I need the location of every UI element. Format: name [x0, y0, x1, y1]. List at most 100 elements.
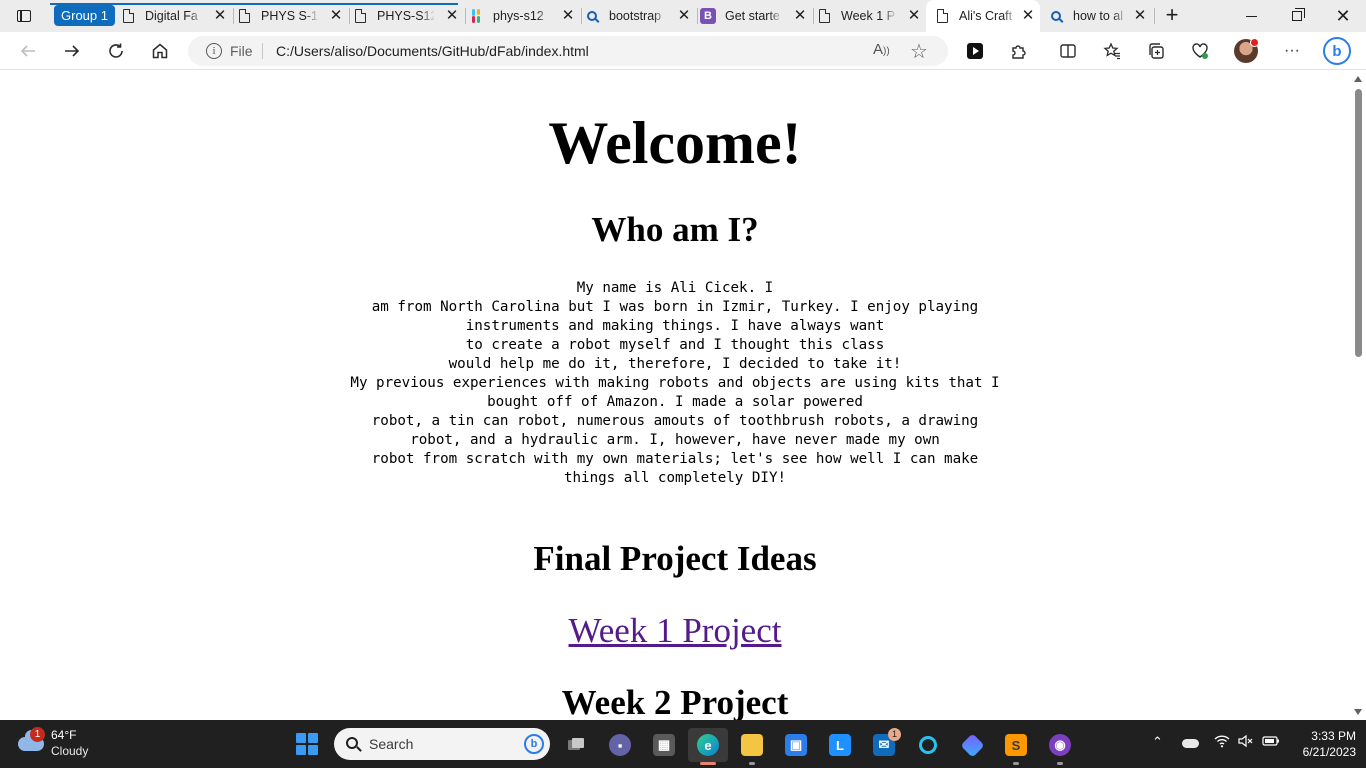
- home-button[interactable]: [145, 36, 175, 66]
- about-line: would help me do it, therefore, I decide…: [448, 356, 902, 372]
- url-text[interactable]: C:/Users/aliso/Documents/GitHub/dFab/ind…: [276, 43, 589, 59]
- settings-more-button[interactable]: ···: [1277, 36, 1307, 66]
- lightshot-button[interactable]: L: [820, 728, 860, 762]
- tab-digital-fa[interactable]: Digital Fa ✕: [120, 4, 232, 28]
- tray-overflow-icon[interactable]: ⌃: [1152, 734, 1163, 750]
- tab-close-icon[interactable]: ✕: [1020, 8, 1036, 24]
- favorites-icon: [1103, 42, 1120, 60]
- taskbar-search[interactable]: Search b: [334, 728, 550, 760]
- tab-get-started[interactable]: B Get starte ✕: [700, 4, 812, 28]
- tab-close-icon[interactable]: ✕: [560, 8, 576, 24]
- tab-bootstrap-search[interactable]: bootstrap ✕: [584, 4, 696, 28]
- home-icon: [152, 43, 168, 59]
- tab-close-icon[interactable]: ✕: [676, 8, 692, 24]
- collections-icon: [1149, 43, 1164, 59]
- close-window-button[interactable]: ✕: [1320, 0, 1366, 32]
- tab-close-icon[interactable]: ✕: [906, 8, 922, 24]
- about-line: My previous experiences with making robo…: [350, 375, 1000, 391]
- close-icon: ✕: [1335, 6, 1351, 26]
- about-line: My name is Ali Cicek. I: [576, 280, 774, 296]
- tab-slack-phys-s12[interactable]: phys-s12 ✕: [468, 4, 580, 28]
- minimize-button[interactable]: [1228, 0, 1274, 32]
- favorites-button[interactable]: [1097, 36, 1127, 66]
- new-tab-button[interactable]: +: [1160, 4, 1184, 28]
- sublime-icon: S: [1005, 734, 1027, 756]
- media-extension-button[interactable]: [960, 36, 990, 66]
- hexagon-app-icon: [959, 732, 985, 758]
- favorite-star-icon[interactable]: ☆: [910, 39, 928, 64]
- address-separator: [262, 43, 263, 59]
- tab-week-1[interactable]: Week 1 P ✕: [816, 4, 926, 28]
- split-screen-button[interactable]: [1053, 36, 1083, 66]
- collections-button[interactable]: [1141, 36, 1171, 66]
- tab-separator: [465, 8, 466, 24]
- avatar: [1234, 38, 1259, 63]
- tab-close-icon[interactable]: ✕: [792, 8, 808, 24]
- tab-close-icon[interactable]: ✕: [212, 8, 228, 24]
- scroll-up-icon[interactable]: [1354, 76, 1362, 82]
- teams-chat-button[interactable]: ▪: [600, 728, 640, 762]
- edge-button[interactable]: e: [688, 728, 728, 765]
- tab-separator: [349, 8, 350, 24]
- volume-muted-icon[interactable]: [1238, 734, 1254, 751]
- scroll-down-icon[interactable]: [1354, 709, 1362, 715]
- sublime-text-button[interactable]: S: [996, 728, 1036, 765]
- app-launcher-button[interactable]: [952, 728, 992, 762]
- tab-close-icon[interactable]: ✕: [328, 8, 344, 24]
- wifi-icon[interactable]: [1214, 734, 1230, 751]
- tab-actions-button[interactable]: [8, 5, 40, 27]
- back-button[interactable]: [13, 36, 43, 66]
- site-info-icon[interactable]: i: [206, 43, 222, 59]
- bing-copilot-button[interactable]: b: [1322, 36, 1352, 66]
- puzzle-icon: [1012, 45, 1026, 59]
- github-desktop-button[interactable]: ◉: [1040, 728, 1080, 765]
- calculator-icon: ▦: [653, 734, 675, 756]
- cortana-button[interactable]: [908, 728, 948, 762]
- tab-title: PHYS-S12: [377, 9, 435, 23]
- file-explorer-button[interactable]: [732, 728, 772, 765]
- refresh-button[interactable]: [101, 36, 131, 66]
- tab-phys-s12[interactable]: PHYS-S12 ✕: [352, 4, 464, 28]
- weather-condition: Cloudy: [51, 744, 89, 758]
- calculator-button[interactable]: ▦: [644, 728, 684, 762]
- about-line: to create a robot myself and I thought t…: [465, 337, 885, 353]
- tab-title: Ali's Craft: [959, 9, 1017, 23]
- tab-close-icon[interactable]: ✕: [444, 8, 460, 24]
- onedrive-icon[interactable]: [1182, 736, 1199, 751]
- week2-heading: Week 2 Project: [561, 683, 789, 720]
- page-scrollbar[interactable]: [1350, 71, 1366, 720]
- task-view-icon: [565, 734, 587, 756]
- start-button[interactable]: [296, 733, 318, 755]
- document-icon: [352, 8, 368, 24]
- project-ideas-heading: Final Project Ideas: [533, 539, 817, 578]
- read-aloud-icon[interactable]: A)): [873, 41, 890, 58]
- tab-phys-s1[interactable]: PHYS S-1 ✕: [236, 4, 348, 28]
- browser-essentials-button[interactable]: [1185, 36, 1215, 66]
- battery-icon[interactable]: [1262, 734, 1280, 751]
- about-line: robot, a tin can robot, numerous amouts …: [371, 413, 979, 429]
- microsoft-store-button[interactable]: ▣: [776, 728, 816, 762]
- profile-button[interactable]: [1231, 36, 1261, 66]
- bing-icon[interactable]: b: [524, 734, 544, 754]
- extensions-button[interactable]: [1004, 36, 1034, 66]
- forward-button[interactable]: [57, 36, 87, 66]
- taskbar: 1 64°F Cloudy Search b ▪ ▦ e ▣ L ✉ 1 S ◉…: [0, 720, 1366, 768]
- address-bar[interactable]: i File C:/Users/aliso/Documents/GitHub/d…: [188, 36, 948, 66]
- system-clock[interactable]: 3:33 PM 6/21/2023: [1290, 728, 1356, 760]
- tab-title: bootstrap: [609, 9, 667, 23]
- week1-project-link[interactable]: Week 1 Project: [569, 611, 782, 650]
- tab-group-label[interactable]: Group 1: [54, 5, 115, 26]
- back-arrow-icon: [20, 45, 35, 57]
- restore-button[interactable]: [1274, 0, 1320, 32]
- task-view-button[interactable]: [556, 728, 596, 762]
- tab-close-icon[interactable]: ✕: [1132, 8, 1148, 24]
- tab-how-to-search[interactable]: how to al ✕: [1048, 4, 1152, 28]
- scroll-thumb[interactable]: [1355, 89, 1362, 357]
- tab-separator: [233, 8, 234, 24]
- refresh-icon: [109, 43, 123, 58]
- forward-arrow-icon: [65, 45, 80, 57]
- tab-alis-craft-active[interactable]: Ali's Craft ✕: [926, 0, 1040, 32]
- mail-button[interactable]: ✉ 1: [864, 728, 904, 762]
- tab-title: Week 1 P: [841, 9, 897, 23]
- weather-widget[interactable]: 1 64°F Cloudy: [16, 727, 126, 761]
